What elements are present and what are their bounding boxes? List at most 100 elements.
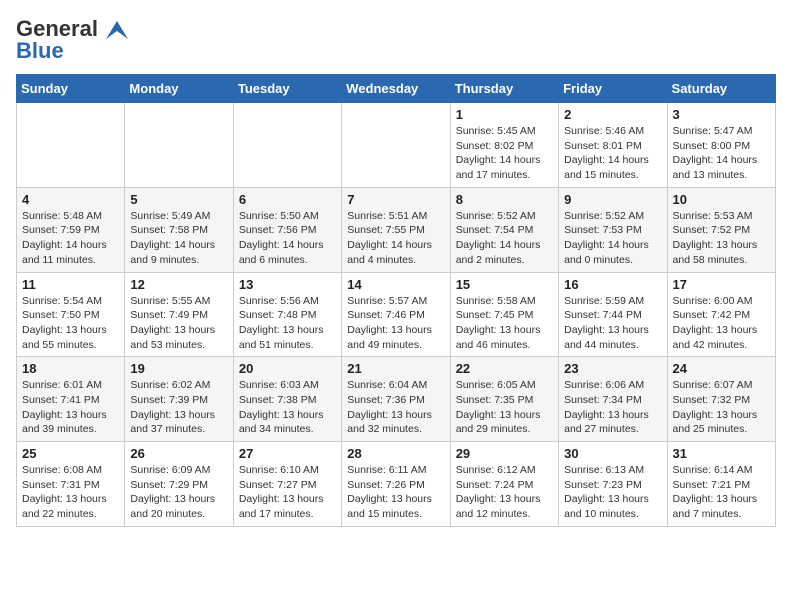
day-number: 10	[673, 192, 770, 207]
day-info: Sunrise: 6:12 AM Sunset: 7:24 PM Dayligh…	[456, 463, 553, 522]
day-number: 1	[456, 107, 553, 122]
day-number: 31	[673, 446, 770, 461]
day-info: Sunrise: 5:48 AM Sunset: 7:59 PM Dayligh…	[22, 209, 119, 268]
day-info: Sunrise: 5:47 AM Sunset: 8:00 PM Dayligh…	[673, 124, 770, 183]
day-info: Sunrise: 6:13 AM Sunset: 7:23 PM Dayligh…	[564, 463, 661, 522]
weekday-header-saturday: Saturday	[667, 75, 775, 103]
day-cell: 23Sunrise: 6:06 AM Sunset: 7:34 PM Dayli…	[559, 357, 667, 442]
day-number: 17	[673, 277, 770, 292]
day-info: Sunrise: 6:05 AM Sunset: 7:35 PM Dayligh…	[456, 378, 553, 437]
weekday-header-monday: Monday	[125, 75, 233, 103]
day-cell: 8 Sunrise: 5:52 AM Sunset: 7:54 PM Daylig…	[450, 187, 558, 272]
week-row-2: 4Sunrise: 5:48 AM Sunset: 7:59 PM Daylig…	[17, 187, 776, 272]
day-info: Sunrise: 5:54 AM Sunset: 7:50 PM Dayligh…	[22, 294, 119, 353]
week-row-3: 11 Sunrise: 5:54 AM Sunset: 7:50 PM Dayli…	[17, 272, 776, 357]
day-cell: 28Sunrise: 6:11 AM Sunset: 7:26 PM Dayli…	[342, 442, 450, 527]
day-info: Sunrise: 5:52 AM Sunset: 7:53 PM Dayligh…	[564, 209, 661, 268]
day-cell	[233, 103, 341, 188]
day-info: Sunrise: 5:45 AM Sunset: 8:02 PM Dayligh…	[456, 124, 553, 183]
day-number: 26	[130, 446, 227, 461]
day-info: Sunrise: 5:52 AM Sunset: 7:54 PM Dayligh…	[456, 209, 553, 268]
day-cell: 7 Sunrise: 5:51 AM Sunset: 7:55 PM Daylig…	[342, 187, 450, 272]
day-cell: 5 Sunrise: 5:49 AM Sunset: 7:58 PM Daylig…	[125, 187, 233, 272]
day-info: Sunrise: 5:49 AM Sunset: 7:58 PM Dayligh…	[130, 209, 227, 268]
week-row-4: 18 Sunrise: 6:01 AM Sunset: 7:41 PM Dayli…	[17, 357, 776, 442]
day-cell: 1 Sunrise: 5:45 AM Sunset: 8:02 PM Daylig…	[450, 103, 558, 188]
weekday-header-tuesday: Tuesday	[233, 75, 341, 103]
day-cell: 17 Sunrise: 6:00 AM Sunset: 7:42 PM Dayli…	[667, 272, 775, 357]
day-cell: 24 Sunrise: 6:07 AM Sunset: 7:32 PM Dayli…	[667, 357, 775, 442]
logo: General Blue	[16, 16, 128, 64]
day-number: 30	[564, 446, 661, 461]
day-info: Sunrise: 5:58 AM Sunset: 7:45 PM Dayligh…	[456, 294, 553, 353]
day-info: Sunrise: 5:53 AM Sunset: 7:52 PM Dayligh…	[673, 209, 770, 268]
week-row-5: 25 Sunrise: 6:08 AM Sunset: 7:31 PM Dayli…	[17, 442, 776, 527]
day-number: 7	[347, 192, 444, 207]
day-cell	[342, 103, 450, 188]
day-info: Sunrise: 6:00 AM Sunset: 7:42 PM Dayligh…	[673, 294, 770, 353]
day-cell: 31 Sunrise: 6:14 AM Sunset: 7:21 PM Dayli…	[667, 442, 775, 527]
day-number: 8	[456, 192, 553, 207]
day-cell: 22 Sunrise: 6:05 AM Sunset: 7:35 PM Dayli…	[450, 357, 558, 442]
day-info: Sunrise: 6:01 AM Sunset: 7:41 PM Dayligh…	[22, 378, 119, 437]
day-number: 11	[22, 277, 119, 292]
day-cell: 12Sunrise: 5:55 AM Sunset: 7:49 PM Dayli…	[125, 272, 233, 357]
day-info: Sunrise: 6:10 AM Sunset: 7:27 PM Dayligh…	[239, 463, 336, 522]
day-cell: 14 Sunrise: 5:57 AM Sunset: 7:46 PM Dayli…	[342, 272, 450, 357]
calendar-table: SundayMondayTuesdayWednesdayThursdayFrid…	[16, 74, 776, 527]
week-row-1: 1 Sunrise: 5:45 AM Sunset: 8:02 PM Daylig…	[17, 103, 776, 188]
day-number: 2	[564, 107, 661, 122]
day-info: Sunrise: 6:03 AM Sunset: 7:38 PM Dayligh…	[239, 378, 336, 437]
day-info: Sunrise: 6:11 AM Sunset: 7:26 PM Dayligh…	[347, 463, 444, 522]
day-info: Sunrise: 6:04 AM Sunset: 7:36 PM Dayligh…	[347, 378, 444, 437]
day-number: 27	[239, 446, 336, 461]
day-info: Sunrise: 5:59 AM Sunset: 7:44 PM Dayligh…	[564, 294, 661, 353]
weekday-header-thursday: Thursday	[450, 75, 558, 103]
weekday-header-row: SundayMondayTuesdayWednesdayThursdayFrid…	[17, 75, 776, 103]
day-number: 14	[347, 277, 444, 292]
weekday-header-friday: Friday	[559, 75, 667, 103]
day-number: 29	[456, 446, 553, 461]
day-info: Sunrise: 6:07 AM Sunset: 7:32 PM Dayligh…	[673, 378, 770, 437]
day-cell	[17, 103, 125, 188]
day-number: 25	[22, 446, 119, 461]
day-number: 16	[564, 277, 661, 292]
day-cell: 6Sunrise: 5:50 AM Sunset: 7:56 PM Daylig…	[233, 187, 341, 272]
day-info: Sunrise: 6:02 AM Sunset: 7:39 PM Dayligh…	[130, 378, 227, 437]
day-cell: 10 Sunrise: 5:53 AM Sunset: 7:52 PM Dayli…	[667, 187, 775, 272]
day-info: Sunrise: 6:08 AM Sunset: 7:31 PM Dayligh…	[22, 463, 119, 522]
day-number: 12	[130, 277, 227, 292]
day-info: Sunrise: 6:14 AM Sunset: 7:21 PM Dayligh…	[673, 463, 770, 522]
day-cell: 2 Sunrise: 5:46 AM Sunset: 8:01 PM Daylig…	[559, 103, 667, 188]
day-info: Sunrise: 6:09 AM Sunset: 7:29 PM Dayligh…	[130, 463, 227, 522]
day-number: 6	[239, 192, 336, 207]
page-header: General Blue	[16, 16, 776, 64]
day-cell: 3 Sunrise: 5:47 AM Sunset: 8:00 PM Daylig…	[667, 103, 775, 188]
day-info: Sunrise: 6:06 AM Sunset: 7:34 PM Dayligh…	[564, 378, 661, 437]
day-info: Sunrise: 5:56 AM Sunset: 7:48 PM Dayligh…	[239, 294, 336, 353]
day-number: 18	[22, 361, 119, 376]
day-number: 3	[673, 107, 770, 122]
weekday-header-wednesday: Wednesday	[342, 75, 450, 103]
day-cell: 11 Sunrise: 5:54 AM Sunset: 7:50 PM Dayli…	[17, 272, 125, 357]
day-cell: 26 Sunrise: 6:09 AM Sunset: 7:29 PM Dayli…	[125, 442, 233, 527]
day-cell: 16 Sunrise: 5:59 AM Sunset: 7:44 PM Dayli…	[559, 272, 667, 357]
day-cell: 30 Sunrise: 6:13 AM Sunset: 7:23 PM Dayli…	[559, 442, 667, 527]
logo-blue-text: Blue	[16, 38, 64, 64]
day-info: Sunrise: 5:46 AM Sunset: 8:01 PM Dayligh…	[564, 124, 661, 183]
day-info: Sunrise: 5:57 AM Sunset: 7:46 PM Dayligh…	[347, 294, 444, 353]
day-cell: 9Sunrise: 5:52 AM Sunset: 7:53 PM Daylig…	[559, 187, 667, 272]
day-number: 5	[130, 192, 227, 207]
day-cell: 18 Sunrise: 6:01 AM Sunset: 7:41 PM Dayli…	[17, 357, 125, 442]
day-number: 24	[673, 361, 770, 376]
day-number: 15	[456, 277, 553, 292]
day-cell: 25 Sunrise: 6:08 AM Sunset: 7:31 PM Dayli…	[17, 442, 125, 527]
day-number: 22	[456, 361, 553, 376]
day-info: Sunrise: 5:51 AM Sunset: 7:55 PM Dayligh…	[347, 209, 444, 268]
day-cell: 21Sunrise: 6:04 AM Sunset: 7:36 PM Dayli…	[342, 357, 450, 442]
logo-bird-icon	[106, 21, 128, 39]
day-number: 13	[239, 277, 336, 292]
day-cell: 27 Sunrise: 6:10 AM Sunset: 7:27 PM Dayli…	[233, 442, 341, 527]
day-number: 19	[130, 361, 227, 376]
day-cell: 20Sunrise: 6:03 AM Sunset: 7:38 PM Dayli…	[233, 357, 341, 442]
